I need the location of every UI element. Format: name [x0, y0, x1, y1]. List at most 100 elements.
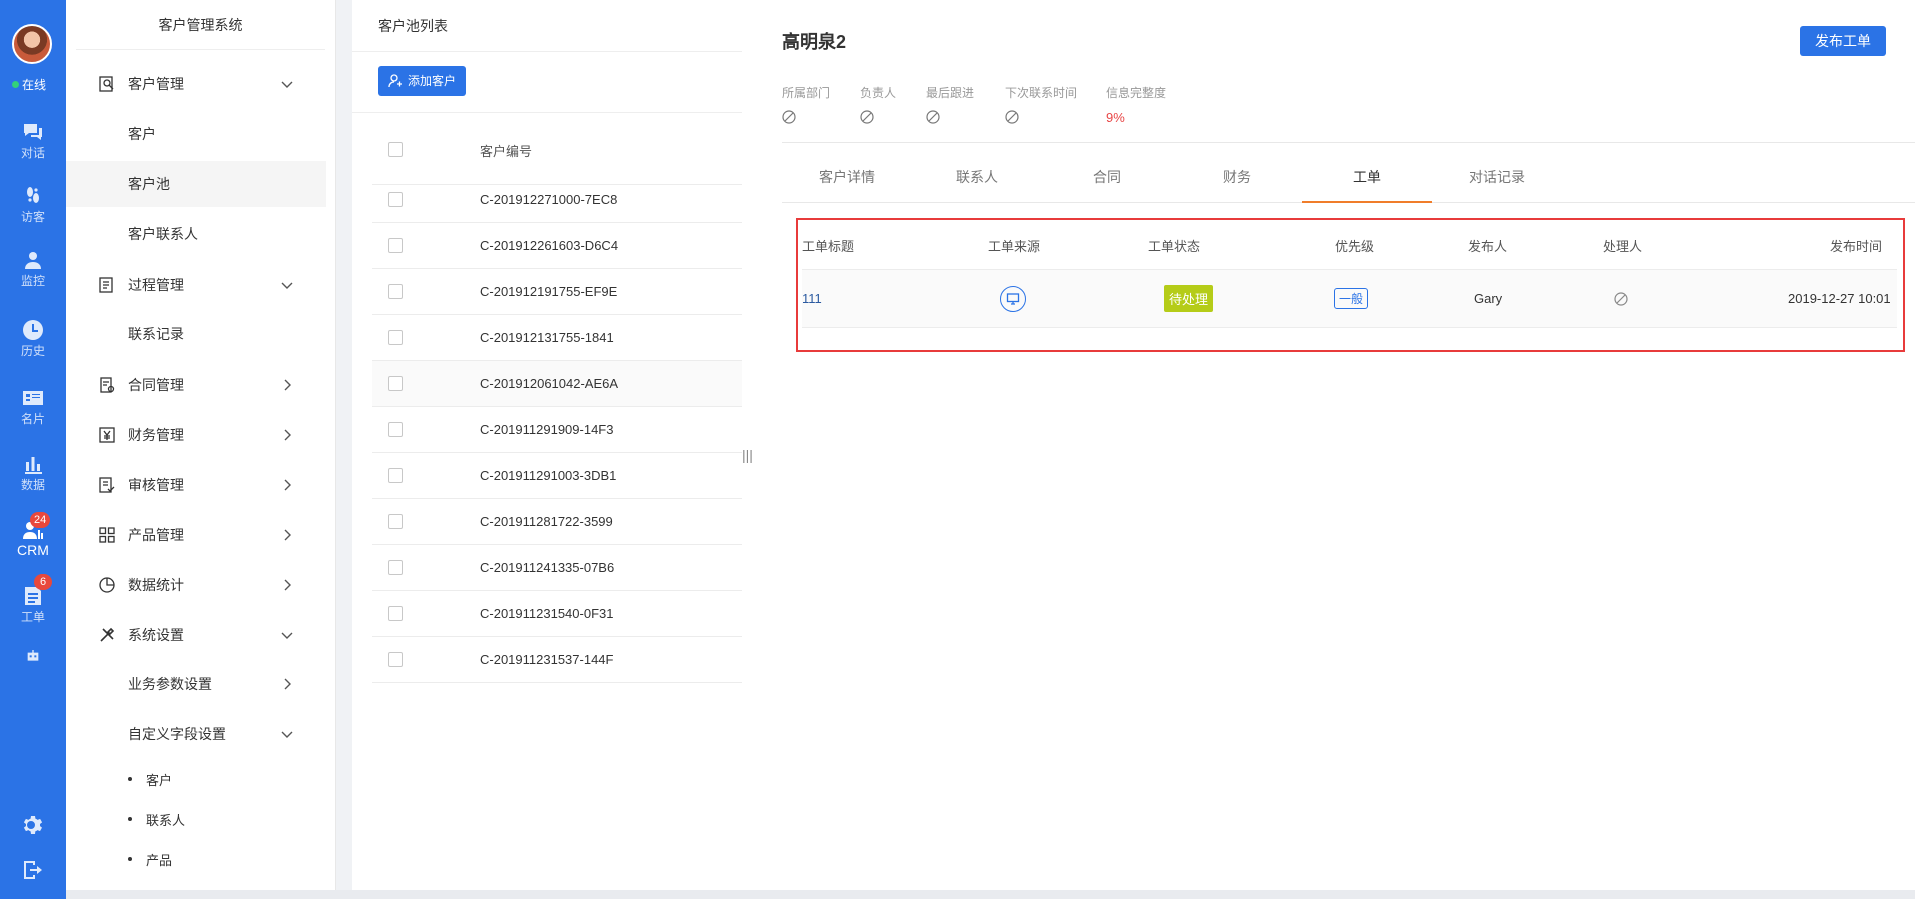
table-row[interactable]: C-201911291909-14F3 [372, 407, 742, 453]
menu-contract-management[interactable]: 合同管理 [66, 361, 326, 409]
row-checkbox[interactable] [388, 330, 403, 345]
resize-handle[interactable]: ||| [742, 447, 753, 463]
menu-customer-contact[interactable]: 客户联系人 [66, 211, 326, 257]
ticket-title[interactable]: 111 [802, 270, 822, 327]
row-checkbox[interactable] [388, 468, 403, 483]
table-row[interactable]: 111 待处理 一般 Gary 2019-12-27 10:01 [802, 270, 1897, 328]
tab-contacts[interactable]: 联系人 [912, 157, 1042, 203]
table-row[interactable]: C-201912191755-EF9E [372, 269, 742, 315]
logout-button[interactable] [0, 858, 66, 882]
customer-code: C-201912191755-EF9E [480, 284, 618, 299]
publish-ticket-button[interactable]: 发布工单 [1800, 26, 1886, 56]
menu-product-management[interactable]: 产品管理 [66, 511, 326, 559]
row-checkbox[interactable] [388, 284, 403, 299]
menu-business-params[interactable]: 业务参数设置 [66, 660, 326, 708]
menu-customer[interactable]: 客户 [66, 111, 326, 157]
chevron-down-icon [281, 81, 293, 88]
priority-badge: 一般 [1334, 288, 1369, 309]
row-checkbox[interactable] [388, 422, 403, 437]
table-row[interactable]: C-201912061042-AE6A [372, 361, 742, 407]
bullet [128, 817, 132, 821]
rail-item-ticket[interactable]: 工单 6 [0, 574, 66, 625]
menu-field-customer[interactable]: 客户 [66, 759, 326, 799]
customer-code: C-201911291909-14F3 [480, 422, 614, 437]
row-checkbox[interactable] [388, 376, 403, 391]
column-header: 工单状态 [1148, 239, 1201, 254]
menu-label: 业务参数设置 [128, 676, 212, 692]
ticket-publisher: Gary [1474, 291, 1503, 306]
column-header-code: 客户编号 [480, 144, 533, 159]
menu-label: 自定义字段设置 [128, 726, 226, 742]
rail-item-crm[interactable]: CRM 24 [0, 512, 66, 558]
customer-pool-list: 客户池列表 添加客户 客户编号 C-201912271000-7EC8 C-20… [352, 0, 742, 890]
tab-chat-records[interactable]: 对话记录 [1432, 157, 1562, 203]
table-row[interactable]: C-201911291003-3DB1 [372, 453, 742, 499]
desktop-icon [1000, 285, 1026, 312]
add-customer-button[interactable]: 添加客户 [378, 66, 467, 96]
customer-detail-drawer: 高明泉2 发布工单 所属部门 负责人 最后跟进 下次联系时间 信息完整度 9% … [742, 0, 1915, 890]
settings-button[interactable] [0, 813, 66, 837]
table-row[interactable]: C-201912261603-D6C4 [372, 223, 742, 269]
status-badge: 待处理 [1164, 285, 1214, 312]
rail-item-label: 监控 [20, 274, 45, 288]
table-row[interactable]: C-201911231540-0F31 [372, 591, 742, 637]
rail-item-history[interactable]: 历史 [0, 318, 66, 359]
row-checkbox[interactable] [388, 652, 403, 667]
tab-finance[interactable]: 财务 [1172, 157, 1302, 203]
row-checkbox[interactable] [388, 514, 403, 529]
table-row[interactable]: C-201911241335-07B6 [372, 545, 742, 591]
menu-custom-fields[interactable]: 自定义字段设置 [66, 710, 326, 758]
row-checkbox[interactable] [388, 192, 403, 207]
menu-customer-management[interactable]: 客户管理 [66, 60, 326, 108]
logout-icon [24, 861, 42, 879]
info-label: 下次联系时间 [1005, 86, 1078, 100]
menu-field-contact[interactable]: 联系人 [66, 799, 326, 839]
menu-process-management[interactable]: 过程管理 [66, 261, 326, 309]
rail-item-data[interactable]: 数据 [0, 452, 66, 493]
select-all-checkbox[interactable] [388, 142, 403, 157]
menu-system-settings[interactable]: 系统设置 [66, 611, 326, 659]
nav-menu: 客户管理系统 客户管理 客户 客户池 客户联系人 过程管理 联系记录 合同管理 … [66, 0, 336, 890]
tab-customer-detail[interactable]: 客户详情 [782, 157, 912, 203]
customer-name: 高明泉2 [782, 32, 847, 52]
column-header: 发布时间 [1830, 239, 1883, 254]
table-row[interactable]: C-201912271000-7EC8 [372, 177, 742, 223]
customer-code: C-201911241335-07B6 [480, 560, 615, 575]
row-checkbox[interactable] [388, 238, 403, 253]
customer-code: C-201912061042-AE6A [480, 376, 619, 391]
rail-item-chat[interactable]: 对话 [0, 120, 66, 161]
rail-item-card[interactable]: 名片 [0, 386, 66, 427]
menu-data-statistics[interactable]: 数据统计 [66, 561, 326, 609]
tab-tickets[interactable]: 工单 [1302, 157, 1432, 203]
menu-finance-management[interactable]: 财务管理 [66, 411, 326, 459]
tab-contracts[interactable]: 合同 [1042, 157, 1172, 203]
avatar[interactable] [12, 24, 52, 64]
table-row[interactable]: C-201911281722-3599 [372, 499, 742, 545]
menu-label: 财务管理 [128, 427, 184, 443]
rail-item-robot[interactable] [0, 648, 66, 664]
rail-item-label: 数据 [20, 478, 45, 492]
row-checkbox[interactable] [388, 560, 403, 575]
list-title: 客户池列表 [352, 0, 742, 52]
column-header: 处理人 [1603, 239, 1643, 254]
menu-audit-management[interactable]: 审核管理 [66, 461, 326, 509]
menu-label: 客户 [146, 772, 173, 788]
menu-customer-pool[interactable]: 客户池 [66, 161, 326, 207]
menu-label: 客户联系人 [128, 226, 198, 242]
rail-item-visitor[interactable]: 访客 [0, 184, 66, 225]
chevron-right-icon [284, 579, 291, 591]
table-row[interactable]: C-201912131755-1841 [372, 315, 742, 361]
ban-icon [926, 110, 940, 124]
row-checkbox[interactable] [388, 606, 403, 621]
chat-icon [24, 124, 42, 140]
menu-field-product[interactable]: 产品 [66, 839, 326, 879]
detail-tabs: 客户详情 联系人 合同 财务 工单 对话记录 [782, 157, 1915, 203]
chevron-down-icon [281, 632, 293, 639]
ticket-source [1000, 270, 1026, 327]
customer-code: C-201911281722-3599 [480, 514, 613, 529]
info-next-contact: 下次联系时间 [1005, 84, 1078, 124]
left-rail: 在线 对话 访客 监控 历史 名片 数据 CRM 24 工单 6 [0, 0, 66, 899]
table-row[interactable]: C-201911231537-144F [372, 637, 742, 683]
menu-contact-record[interactable]: 联系记录 [66, 311, 326, 357]
rail-item-monitor[interactable]: 监控 [0, 248, 66, 289]
